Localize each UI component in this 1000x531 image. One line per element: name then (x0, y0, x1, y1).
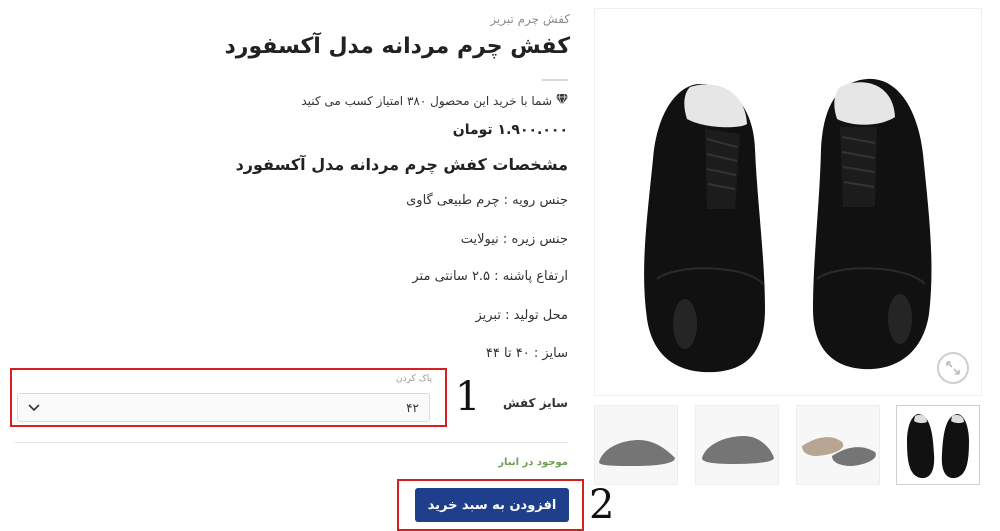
size-label: سایز کفش (502, 396, 568, 410)
thumbnail-3[interactable] (695, 405, 779, 485)
annotation-2: 2 (589, 482, 615, 528)
product-price: ۱.۹۰۰.۰۰۰ تومان (452, 122, 568, 138)
spec-item: جنس رویه : چرم طبیعی گاوی (406, 193, 568, 208)
spec-item: جنس زیره : نیولایت (460, 232, 568, 247)
highlight-box-size (10, 368, 447, 427)
spec-item: ارتفاع پاشنه : ۲.۵ سانتی متر (412, 269, 568, 284)
spec-title: مشخصات کفش چرم مردانه مدل آکسفورد (235, 155, 568, 174)
page-title: کفش چرم مردانه مدل آکسفورد (224, 34, 571, 59)
shoe-pair-image (644, 78, 932, 373)
product-main-image[interactable] (594, 8, 982, 396)
spec-item: سایز : ۴۰ تا ۴۴ (485, 346, 568, 361)
spec-item: محل تولید : تبریز (475, 308, 568, 323)
thumbnail-4[interactable] (594, 405, 678, 485)
diamond-icon (556, 93, 568, 108)
breadcrumb[interactable]: کفش چرم تبریز (490, 12, 570, 26)
points-text: شما با خرید این محصول ۳۸۰ امتیاز کسب می … (301, 94, 552, 108)
thumbnail-2[interactable] (796, 405, 880, 485)
divider-line (14, 442, 568, 443)
points-message: شما با خرید این محصول ۳۸۰ امتیاز کسب می … (301, 93, 568, 108)
expand-icon[interactable] (937, 352, 969, 384)
thumbnail-1[interactable] (896, 405, 980, 485)
stock-status: موجود در انبار (498, 457, 568, 468)
annotation-1: 1 (455, 374, 481, 420)
highlight-box-cart (397, 479, 584, 531)
title-divider (542, 79, 568, 81)
